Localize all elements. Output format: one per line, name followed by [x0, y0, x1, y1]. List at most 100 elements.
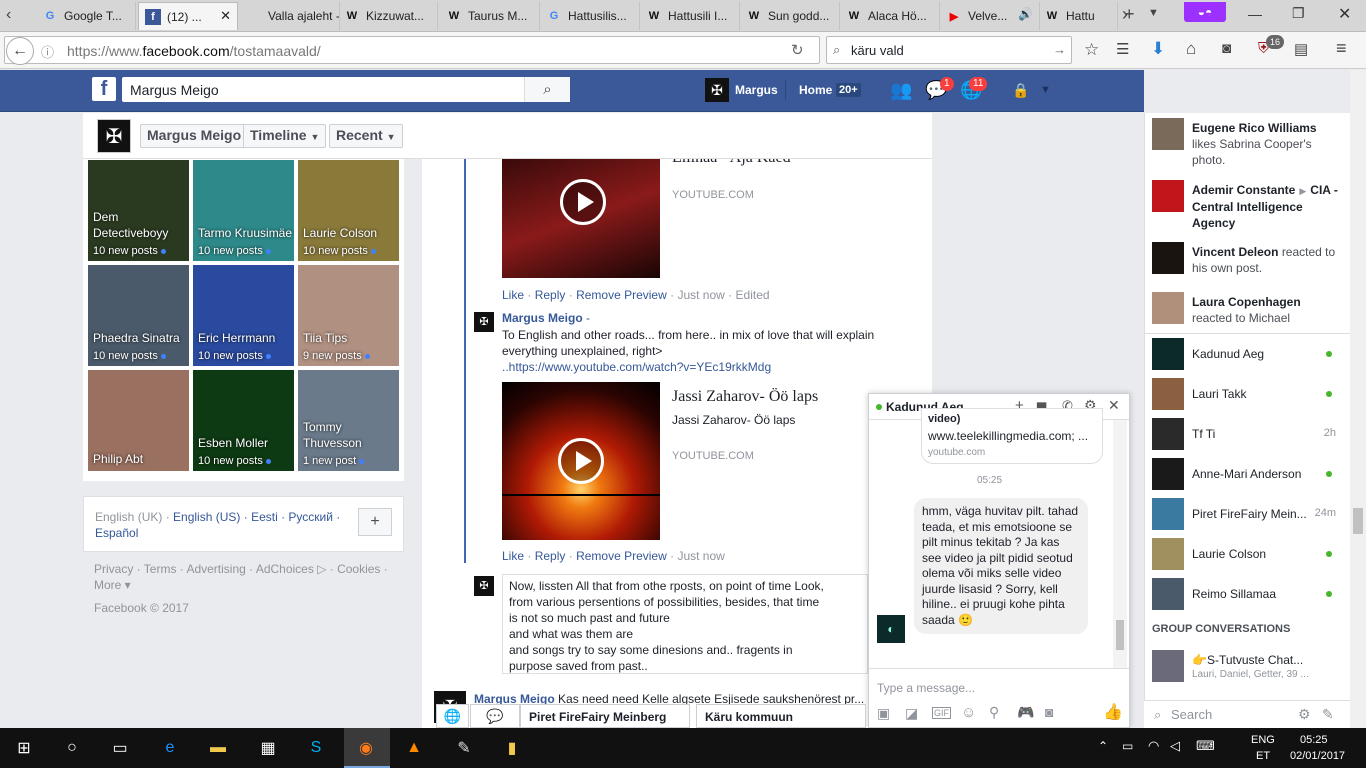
- video-thumbnail-1[interactable]: [502, 159, 660, 278]
- close-window-icon[interactable]: ✕: [1338, 4, 1351, 24]
- ticker-item[interactable]: Vincent Deleon reacted to his own post.: [1152, 242, 1342, 286]
- browser-tab[interactable]: W Hattusili I...: [640, 2, 740, 30]
- sidebar-search-input[interactable]: Search: [1171, 707, 1212, 722]
- browser-tab[interactable]: ▶ Velve... 🔊: [940, 2, 1040, 30]
- vlc-icon[interactable]: ▲: [400, 736, 428, 760]
- like-link[interactable]: Like: [502, 549, 524, 563]
- emoji-icon[interactable]: ☺: [961, 704, 976, 721]
- search-icon[interactable]: ○: [58, 736, 86, 760]
- language-link-et[interactable]: Eesti ·: [251, 510, 285, 524]
- keyboard-icon[interactable]: ⌨: [1196, 738, 1215, 754]
- library-icon[interactable]: ▤: [1294, 40, 1308, 58]
- url-bar[interactable]: ⓘ https://www.facebook.com/tostamaavald/…: [4, 36, 820, 64]
- reply-link[interactable]: Reply: [535, 288, 566, 302]
- like-link[interactable]: Like: [502, 288, 524, 302]
- add-language-button[interactable]: +: [358, 508, 392, 536]
- browser-tab[interactable]: W Taurus M...: [440, 2, 540, 30]
- camera-icon[interactable]: ◙: [1045, 704, 1053, 720]
- contact-item[interactable]: Tf Ti 2h: [1152, 416, 1342, 452]
- tray-chevron-icon[interactable]: ⌃: [1098, 739, 1108, 753]
- timeline-button[interactable]: Timeline ▼: [243, 124, 327, 148]
- browser-tab[interactable]: W Hattu: [1038, 2, 1118, 30]
- back-icon[interactable]: ←: [6, 37, 34, 65]
- browser-tab[interactable]: W Alaca Hö...: [840, 2, 940, 30]
- globe-icon[interactable]: 🌐: [436, 704, 469, 728]
- comment-avatar[interactable]: ✠: [474, 312, 494, 332]
- group-conversation-item[interactable]: 👉S-Tutvuste Chat... Lauri, Daniel, Gette…: [1152, 650, 1342, 686]
- account-menu-icon[interactable]: ▼: [1040, 84, 1051, 96]
- close-icon[interactable]: ✕: [1108, 397, 1120, 414]
- browser-tab[interactable]: W Kizzuwat...: [338, 2, 438, 30]
- info-icon[interactable]: ⓘ: [41, 42, 54, 61]
- chat-scroll-thumb[interactable]: [1116, 620, 1124, 650]
- browser-tab[interactable]: W Sun godd...: [740, 2, 840, 30]
- language-link-es[interactable]: Español: [95, 526, 138, 540]
- chat-scrollbar[interactable]: [1113, 420, 1127, 668]
- edge-icon[interactable]: e: [156, 736, 184, 760]
- skype-icon[interactable]: S: [302, 736, 330, 760]
- friend-tile[interactable]: Esben Moller 10 new posts: [193, 370, 294, 471]
- contact-item[interactable]: Reimo Sillamaa: [1152, 576, 1342, 612]
- clock-time[interactable]: 05:25: [1300, 734, 1328, 746]
- minimized-chat-tab[interactable]: Piret FireFairy Meinberg: [520, 704, 690, 728]
- reader-list-icon[interactable]: ☰: [1116, 40, 1129, 58]
- friend-tile[interactable]: Tommy Thuvesson 1 new post: [298, 370, 399, 471]
- maximize-icon[interactable]: ❐: [1292, 5, 1305, 22]
- bookmark-star-icon[interactable]: ☆: [1084, 40, 1099, 60]
- download-icon[interactable]: ⬇: [1151, 39, 1165, 59]
- ticker-item[interactable]: Ademir Constante ▶ CIA - Central Intellige…: [1152, 180, 1342, 236]
- footer-links[interactable]: Privacy · Terms · Advertising · AdChoice…: [94, 561, 394, 593]
- friend-requests-icon[interactable]: 👥: [890, 80, 912, 101]
- friend-tile[interactable]: Philip Abt: [88, 370, 189, 471]
- sticker-icon[interactable]: ◪: [905, 705, 918, 722]
- remove-preview-link[interactable]: Remove Preview: [576, 288, 667, 302]
- attachment-icon[interactable]: ⚲: [989, 704, 999, 721]
- contact-item[interactable]: Kadunud Aeg: [1152, 336, 1342, 372]
- friend-tile[interactable]: Dem Detectiveboyy 10 new posts: [88, 160, 189, 261]
- language-indicator[interactable]: ENG: [1251, 734, 1275, 746]
- battery-icon[interactable]: ▭: [1122, 739, 1133, 753]
- compose-icon[interactable]: ✎: [1322, 706, 1334, 723]
- friend-tile[interactable]: Phaedra Sinatra 10 new posts: [88, 265, 189, 366]
- profile-avatar[interactable]: ✠: [97, 119, 131, 153]
- gear-icon[interactable]: ⚙: [1298, 706, 1311, 723]
- new-tab-icon[interactable]: +: [1124, 4, 1135, 25]
- store-icon[interactable]: ▦: [254, 736, 282, 760]
- close-tab-icon[interactable]: ✕: [220, 8, 231, 24]
- paint-icon[interactable]: ✎: [450, 736, 478, 760]
- privacy-lock-icon[interactable]: 🔒: [1012, 82, 1029, 99]
- browser-tab[interactable]: Valla ajaleht -...: [240, 2, 340, 30]
- video-2-title[interactable]: Jassi Zaharov- Öö laps: [672, 388, 818, 406]
- home-icon[interactable]: ⌂: [1186, 39, 1196, 59]
- search-go-icon[interactable]: →: [1053, 42, 1066, 57]
- audio-icon[interactable]: 🔊: [1018, 7, 1033, 21]
- contact-item[interactable]: Piret FireFairy Mein... 24m: [1152, 496, 1342, 532]
- reply-composer[interactable]: Now, lissten All that from othe rposts, …: [502, 574, 945, 674]
- contact-item[interactable]: Anne-Mari Anderson: [1152, 456, 1342, 492]
- game-icon[interactable]: 🎮: [1017, 704, 1034, 721]
- language-link-en-us[interactable]: English (US) ·: [173, 510, 248, 524]
- home-link[interactable]: Home: [799, 83, 832, 97]
- clock-date[interactable]: 02/01/2017: [1290, 750, 1345, 762]
- language-indicator-sub[interactable]: ET: [1256, 750, 1270, 762]
- minimize-icon[interactable]: —: [1248, 6, 1262, 22]
- facebook-search-input[interactable]: Margus Meigo ⌕: [122, 77, 570, 102]
- tab-scroll-left-icon[interactable]: ‹: [6, 6, 11, 24]
- volume-icon[interactable]: ◁: [1170, 738, 1180, 754]
- recent-button[interactable]: Recent ▼: [329, 124, 403, 148]
- shared-link-card[interactable]: video) www.teelekillingmedia.com; ... yo…: [921, 408, 1103, 464]
- menu-icon[interactable]: ≡: [1336, 38, 1347, 59]
- browser-tab[interactable]: f (12) ... ✕: [138, 2, 238, 30]
- remove-preview-link[interactable]: Remove Preview: [576, 549, 667, 563]
- browser-search-input[interactable]: ⌕ käru vald →: [826, 36, 1072, 64]
- chat-message-input[interactable]: Type a message...: [877, 681, 975, 695]
- language-link-ru[interactable]: Русский ·: [288, 510, 340, 524]
- ticker-item[interactable]: Eugene Rico Williams likes Sabrina Coope…: [1152, 118, 1342, 174]
- tab-list-icon[interactable]: ▼: [1148, 7, 1159, 19]
- browser-tab[interactable]: G Google T...: [36, 2, 136, 30]
- reload-icon[interactable]: ↻: [791, 41, 804, 59]
- windows-start-icon[interactable]: ⊞: [10, 736, 38, 760]
- ticker-item[interactable]: Laura Copenhagen reacted to Michael: [1152, 292, 1342, 328]
- wifi-icon[interactable]: ◠: [1148, 738, 1159, 754]
- user-name-link[interactable]: Margus: [735, 83, 778, 97]
